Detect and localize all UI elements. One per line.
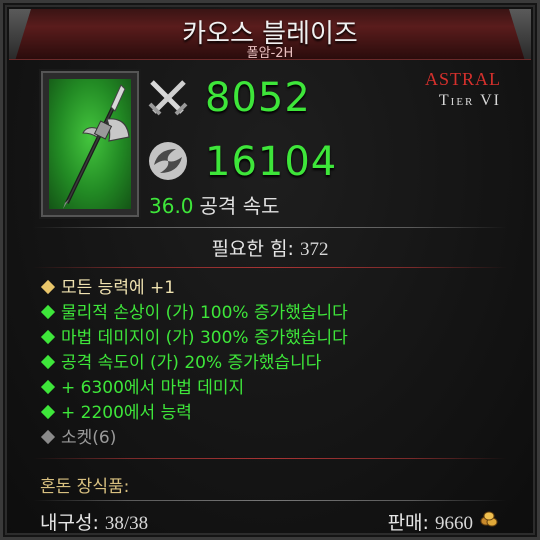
property-row: + 6300에서 마법 데미지 (40, 376, 510, 401)
property-row: 마법 데미지이 (가) 300% 증가했습니다 (40, 326, 510, 351)
property-row: 공격 속도이 (가) 20% 증가했습니다 (40, 351, 510, 376)
diamond-bullet-icon (40, 279, 56, 295)
diamond-bullet-icon (40, 429, 56, 445)
property-text: + 2200에서 능력 (61, 403, 192, 423)
dps-value: 16104 (205, 139, 338, 185)
crossed-swords-icon (148, 80, 188, 116)
strength-requirement: 필요한 힘: 372 (3, 234, 537, 261)
diamond-bullet-icon (40, 304, 56, 320)
tier-label: Tier VI (438, 92, 501, 109)
property-text: 공격 속도이 (가) 20% 증가했습니다 (61, 353, 322, 373)
sell-label: 판매: (387, 512, 429, 534)
diamond-bullet-icon (40, 404, 56, 420)
property-text: 마법 데미지이 (가) 300% 증가했습니다 (61, 328, 348, 348)
sell-price: 판매: 9660 (388, 508, 473, 535)
socket-row: 소켓(6) (40, 426, 510, 451)
property-row: + 2200에서 능력 (40, 401, 510, 426)
item-icon-frame (41, 71, 139, 217)
item-tooltip: 카오스 블레이즈 폴암-2H 8052 16104 36.0 공격 속도 AST… (0, 0, 540, 540)
property-row: 모든 능력에 +1 (40, 276, 510, 301)
durability: 내구성: 38/38 (40, 508, 148, 535)
divider (33, 267, 507, 268)
swirl-icon (149, 142, 187, 180)
diamond-bullet-icon (40, 354, 56, 370)
socket-ornament-label: 혼돈 장식품: (40, 477, 130, 497)
sell-value: 9660 (435, 513, 473, 534)
property-list: 모든 능력에 +1 물리적 손상이 (가) 100% 증가했습니다 마법 데미지… (40, 276, 510, 451)
diamond-bullet-icon (40, 379, 56, 395)
property-text: 모든 능력에 +1 (61, 278, 176, 298)
property-text: + 6300에서 마법 데미지 (61, 378, 245, 398)
requirement-label: 필요한 힘: (211, 238, 294, 260)
damage-value: 8052 (205, 75, 311, 121)
durability-label: 내구성: (40, 512, 99, 534)
divider (33, 458, 507, 459)
property-row: 물리적 손상이 (가) 100% 증가했습니다 (40, 301, 510, 326)
attack-speed: 36.0 공격 속도 (149, 190, 280, 219)
requirement-value: 372 (299, 239, 329, 260)
tooltip-header: 카오스 블레이즈 폴암-2H (9, 9, 531, 61)
rarity-label: ASTRAL (424, 69, 501, 89)
durability-value: 38/38 (104, 513, 149, 534)
divider (33, 500, 507, 501)
diamond-bullet-icon (40, 329, 56, 345)
gold-coins-icon (480, 511, 498, 527)
item-type: 폴암-2H (246, 46, 294, 61)
polearm-icon (49, 79, 131, 209)
attack-speed-label: 공격 속도 (199, 194, 280, 218)
socket-text: 소켓(6) (61, 428, 117, 448)
attack-speed-value: 36.0 (149, 194, 194, 218)
property-text: 물리적 손상이 (가) 100% 증가했습니다 (61, 303, 348, 323)
divider (33, 227, 507, 228)
